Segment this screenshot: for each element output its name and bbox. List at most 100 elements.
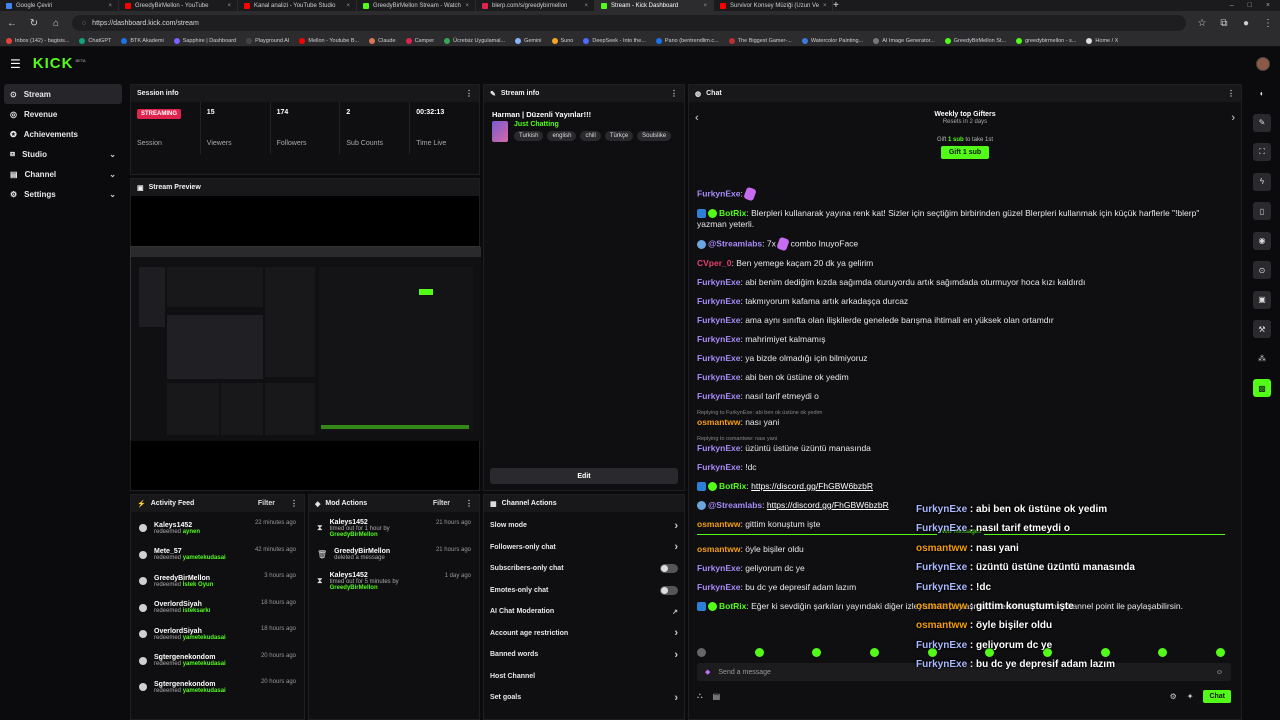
more-options-icon[interactable]: ⋮	[465, 89, 473, 98]
kick-logo[interactable]: KICK	[33, 55, 74, 72]
chat-username[interactable]: osmantww	[697, 417, 740, 427]
gift-sub-button[interactable]: Gift 1 sub	[940, 146, 990, 159]
more-options-icon[interactable]: ⋮	[1227, 89, 1235, 98]
chat-username[interactable]: FurkynExe	[697, 353, 740, 363]
external-link-icon[interactable]: ↗	[672, 608, 678, 616]
feed-username[interactable]: OverlordSiyah	[154, 628, 254, 635]
bookmark-item[interactable]: Inbox (142) - bagisis...	[6, 37, 69, 44]
chevron-down-icon[interactable]: ⌄	[109, 190, 116, 199]
browser-tab[interactable]: Survivor Konsey Müziği (Uzun Ve ×	[714, 0, 833, 11]
profile-icon[interactable]: ●	[1240, 18, 1252, 29]
feed-username[interactable]: GreedyBirMellon	[154, 575, 257, 582]
broadcast-icon[interactable]: ⊙	[1253, 261, 1271, 279]
more-options-icon[interactable]: ⋮	[465, 499, 473, 508]
sidebar-item-settings[interactable]: ⚙ Settings ⌄	[0, 184, 126, 204]
bookmark-item[interactable]: BTK Akademi	[121, 37, 164, 44]
browser-tab[interactable]: Stream - Kick Dashboard ×	[595, 0, 714, 11]
tag-chip[interactable]: english	[547, 131, 577, 141]
mod-target-username[interactable]: Kaleys1452	[330, 519, 429, 526]
sidebar-item-stream[interactable]: ⊙ Stream	[4, 84, 122, 104]
bookmark-item[interactable]: Ücretsiz Uygulamal...	[444, 37, 505, 44]
bookmark-item[interactable]: Gemini	[515, 37, 542, 44]
chevron-right-icon[interactable]: ›	[1231, 112, 1235, 124]
close-icon[interactable]: ×	[703, 3, 707, 9]
chevron-right-icon[interactable]: ›	[674, 649, 678, 661]
save-icon[interactable]: ▣	[1253, 290, 1271, 309]
tag-chip[interactable]: Türkçe	[604, 131, 634, 141]
bookmark-item[interactable]: Home / X	[1086, 37, 1118, 44]
lightning-icon[interactable]: ϟ	[1253, 172, 1271, 191]
avatar[interactable]	[1256, 56, 1270, 71]
users-icon[interactable]: ⁂	[1253, 350, 1271, 368]
mod-tools-icon[interactable]: ✦	[1187, 692, 1194, 701]
chevron-down-icon[interactable]: ⌄	[109, 170, 116, 179]
chevron-right-icon[interactable]: ›	[674, 520, 678, 532]
emote-icon[interactable]	[869, 648, 879, 657]
minimize-icon[interactable]: –	[1230, 2, 1234, 9]
bookmark-item[interactable]: Camper	[405, 37, 434, 44]
browser-tab[interactable]: Google Çeviri ×	[0, 0, 119, 11]
feed-username[interactable]: Kaleys1452	[154, 522, 248, 529]
feed-username[interactable]: Sgtergenekondom	[154, 654, 254, 661]
points-icon[interactable]: ⛬	[697, 691, 703, 701]
chat-send-button[interactable]: Chat	[1203, 689, 1231, 703]
chat-bubble-icon[interactable]: ◉	[1253, 231, 1271, 250]
chevron-right-icon[interactable]: ›	[674, 627, 678, 639]
chat-username[interactable]: FurkynExe	[697, 315, 740, 325]
new-tab-button[interactable]: +	[833, 0, 839, 11]
channel-action-set-goals[interactable]: Set goals ›	[484, 687, 684, 709]
bookmark-item[interactable]: Mellon - Youtube B...	[299, 37, 359, 44]
more-options-icon[interactable]: ⋮	[290, 499, 298, 508]
back-icon[interactable]: ←	[6, 18, 18, 29]
chevron-right-icon[interactable]: ›	[674, 541, 678, 553]
media-icon[interactable]: ▩	[1253, 379, 1271, 397]
channel-action-ai-chat-moderation[interactable]: AI Chat Moderation ↗	[484, 601, 684, 623]
close-icon[interactable]: ×	[108, 3, 112, 9]
bookmark-item[interactable]: DeepSeek - Into the...	[583, 37, 646, 44]
channel-action-slow-mode[interactable]: Slow mode ›	[484, 515, 684, 537]
sidebar-item-revenue[interactable]: ◎ Revenue	[0, 104, 126, 124]
chat-username[interactable]: FurkynExe	[697, 391, 740, 401]
mod-target-username[interactable]: GreedyBirMellon	[334, 548, 429, 555]
chat-username[interactable]: FurkynExe	[697, 443, 740, 453]
close-icon[interactable]: ×	[584, 3, 588, 9]
chat-username[interactable]: FurkynExe	[697, 296, 740, 306]
chat-username[interactable]: CVper_0	[697, 258, 732, 268]
channel-action-account-age-restriction[interactable]: Account age restriction ›	[484, 623, 684, 645]
chat-username[interactable]: osmantww	[697, 519, 740, 529]
sidebar-item-achievements[interactable]: ✪ Achievements	[0, 124, 126, 144]
emote-icon[interactable]	[697, 648, 706, 657]
channel-action-emotes-only-chat[interactable]: Emotes-only chat	[484, 580, 684, 602]
chat-username[interactable]: FurkynExe	[697, 563, 740, 573]
browser-tab[interactable]: GreedyBirMellon - YouTube ×	[119, 0, 238, 11]
emote-icon[interactable]	[754, 648, 764, 657]
chat-username[interactable]: FurkynExe	[697, 372, 740, 382]
wrench-icon[interactable]: ⚒	[1253, 320, 1271, 338]
chat-link[interactable]: https://discord.gg/FhGBW6bzbR	[751, 481, 873, 491]
close-window-icon[interactable]: ×	[1266, 2, 1270, 9]
emote-icon[interactable]	[812, 648, 822, 657]
chat-username[interactable]: FurkynExe	[697, 582, 740, 592]
channel-action-subscribers-only-chat[interactable]: Subscribers-only chat	[484, 558, 684, 580]
chat-username[interactable]: FurkynExe	[697, 277, 740, 287]
channel-action-host-channel[interactable]: Host Channel	[484, 666, 684, 688]
close-icon[interactable]: ×	[465, 3, 469, 9]
tag-chip[interactable]: Soulslike	[637, 131, 672, 141]
chevron-left-icon[interactable]: ‹	[695, 112, 699, 124]
menu-dots-icon[interactable]: ⋮	[1262, 18, 1274, 29]
site-info-icon[interactable]: ◌	[82, 20, 86, 27]
bookmark-item[interactable]: greedybirmellon - s...	[1016, 37, 1076, 44]
dark-mode-icon[interactable]: ◐	[1253, 84, 1271, 102]
maximize-icon[interactable]: □	[1248, 2, 1252, 9]
url-field[interactable]: ◌ https://dashboard.kick.com/stream	[72, 15, 1186, 31]
chat-username[interactable]: BotRix	[719, 481, 746, 491]
reload-icon[interactable]: ↻	[28, 18, 40, 29]
bookmark-item[interactable]: Playground AI	[246, 37, 289, 44]
browser-tab[interactable]: blerp.com/s/greedybirmellon ×	[476, 0, 595, 11]
toggle-switch[interactable]	[660, 564, 678, 574]
category-name[interactable]: Just Chatting	[514, 121, 671, 128]
filter-button[interactable]: Filter	[258, 500, 275, 507]
close-icon[interactable]: ×	[227, 3, 231, 9]
chat-username[interactable]: @Streamlabs	[708, 500, 762, 510]
chat-username[interactable]: BotRix	[719, 208, 746, 218]
